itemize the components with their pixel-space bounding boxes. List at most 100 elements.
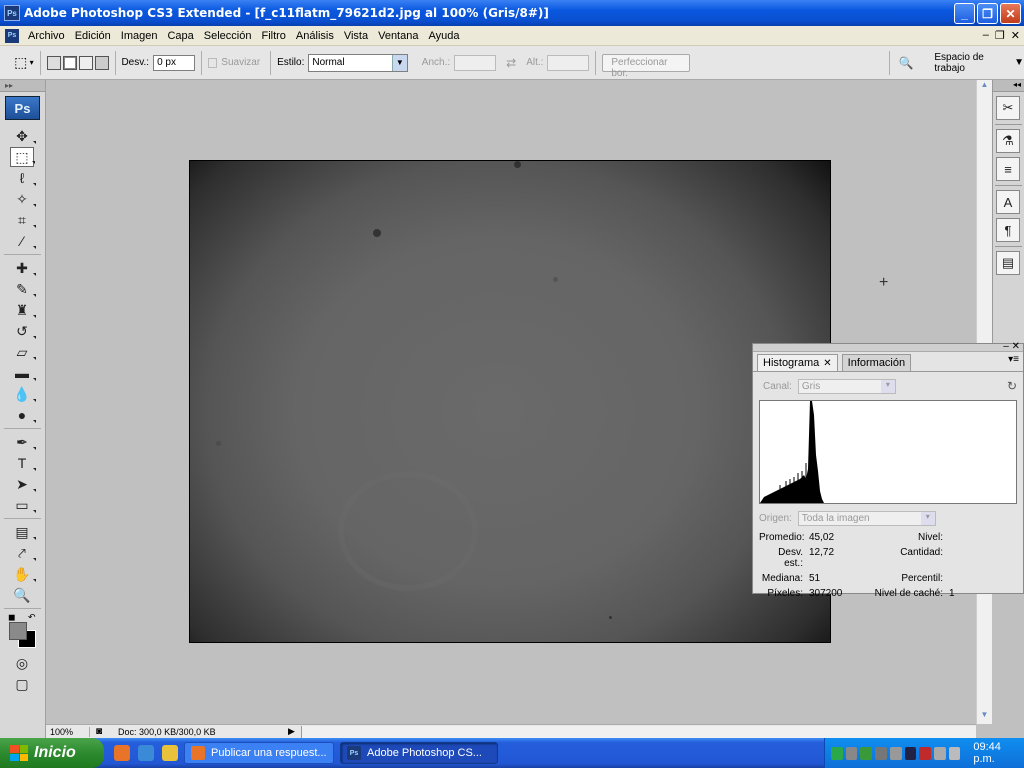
lasso-tool-icon[interactable]: ℓ xyxy=(10,168,36,188)
status-menu-arrow-icon[interactable]: ▶ xyxy=(288,726,295,737)
refine-edge-button[interactable]: Perfeccionar bor. xyxy=(602,53,690,79)
width-input[interactable] xyxy=(454,54,497,71)
tray-volume-icon[interactable] xyxy=(933,746,946,760)
antialias-checkbox[interactable] xyxy=(207,57,218,68)
pen-tool-icon[interactable]: ✒ xyxy=(10,432,36,452)
photoshop-app-icon[interactable]: Ps xyxy=(4,5,20,21)
healing-brush-tool-icon[interactable]: ✚ xyxy=(10,258,36,278)
histogram-panel-icon[interactable]: ⚗ xyxy=(996,129,1020,153)
panel-controls[interactable]: – ✕ xyxy=(1003,341,1020,352)
tab-informacion[interactable]: Información xyxy=(841,354,912,371)
close-icon[interactable]: ✕ xyxy=(823,358,831,369)
eraser-tool-icon[interactable]: ▱ xyxy=(10,342,36,362)
tray-app-icon[interactable] xyxy=(919,746,931,760)
panel-menu-icon[interactable]: ▾≡ xyxy=(1008,354,1019,371)
path-selection-tool-icon[interactable]: ➤ xyxy=(10,474,36,494)
quick-mask-icon[interactable]: ◎ xyxy=(10,653,34,673)
paragraph-panel-icon[interactable]: ¶ xyxy=(996,218,1020,242)
move-tool-icon[interactable]: ✥ xyxy=(10,126,36,146)
preset-dropdown-arrow-icon[interactable]: ▾ xyxy=(30,58,34,67)
dock-collapse-icon[interactable]: ◂◂ xyxy=(993,80,1024,92)
quick-launch-app-icon[interactable] xyxy=(162,745,178,761)
crop-tool-icon[interactable]: ⌗ xyxy=(10,210,36,230)
dodge-tool-icon[interactable]: ● xyxy=(10,405,36,425)
task-photoshop[interactable]: Ps Adobe Photoshop CS... xyxy=(340,742,498,764)
status-info-icon[interactable]: ◙ xyxy=(96,726,102,737)
feather-input[interactable] xyxy=(153,54,196,71)
brush-tool-icon[interactable]: ✎ xyxy=(10,279,36,299)
scroll-up-icon[interactable]: ▲ xyxy=(977,80,992,94)
menu-seleccion[interactable]: Selección xyxy=(199,30,257,42)
gradient-tool-icon[interactable]: ▬ xyxy=(10,363,36,383)
document-image[interactable] xyxy=(189,160,831,643)
workspace-menu[interactable]: Espacio de trabajo xyxy=(934,52,1010,74)
style-select[interactable]: Normal ▼ xyxy=(308,53,408,72)
tray-app-icon[interactable] xyxy=(860,746,873,760)
refresh-icon[interactable]: ↻ xyxy=(1007,379,1017,393)
task-firefox[interactable]: Publicar una respuest... xyxy=(184,742,334,764)
tray-app-icon[interactable] xyxy=(948,746,961,760)
workspace-dropdown-icon[interactable]: ▼ xyxy=(1014,57,1024,68)
marquee-tool-icon[interactable]: ⬚ xyxy=(10,147,35,167)
restore-button[interactable]: ❐ xyxy=(977,3,998,24)
subtract-selection-icon[interactable] xyxy=(78,55,93,70)
clone-stamp-tool-icon[interactable]: ♜ xyxy=(10,300,36,320)
channel-select[interactable]: Gris ▾ xyxy=(797,378,896,394)
add-selection-icon[interactable] xyxy=(62,55,77,70)
menu-filtro[interactable]: Filtro xyxy=(256,30,290,42)
menu-analisis[interactable]: Análisis xyxy=(291,30,339,42)
horizontal-scrollbar[interactable] xyxy=(300,725,976,738)
swap-colors-icon[interactable]: ↶ xyxy=(28,612,36,623)
type-tool-icon[interactable]: T xyxy=(10,453,36,473)
rectangle-tool-icon[interactable]: ▭ xyxy=(10,495,36,515)
info-panel-icon[interactable]: ≡ xyxy=(996,157,1020,181)
foreground-color-swatch[interactable] xyxy=(9,622,27,640)
minimize-button[interactable]: _ xyxy=(954,3,975,24)
hand-tool-icon[interactable]: ✋ xyxy=(10,564,36,584)
swap-icon[interactable]: ⇄ xyxy=(506,56,516,70)
menu-imagen[interactable]: Imagen xyxy=(116,30,163,42)
tab-histogram[interactable]: Histograma ✕ xyxy=(757,354,838,371)
internet-explorer-icon[interactable] xyxy=(138,745,154,761)
toolbox-grip[interactable]: ▸▸ xyxy=(0,80,45,92)
tray-app-icon[interactable] xyxy=(904,746,917,760)
history-brush-tool-icon[interactable]: ↺ xyxy=(10,321,36,341)
bridge-icon[interactable]: 🔍 xyxy=(896,54,916,72)
character-panel-icon[interactable]: A xyxy=(996,190,1020,214)
clock[interactable]: 09:44 p.m. xyxy=(973,741,1024,765)
menu-vista[interactable]: Vista xyxy=(339,30,373,42)
tray-app-icon[interactable] xyxy=(875,746,887,760)
new-selection-icon[interactable] xyxy=(46,55,61,70)
tray-network-icon[interactable] xyxy=(831,746,843,760)
document-icon[interactable]: Ps xyxy=(5,28,19,43)
tool-presets-icon[interactable]: ✂ xyxy=(996,96,1020,120)
magic-wand-tool-icon[interactable]: ✧ xyxy=(10,189,36,209)
firefox-icon[interactable] xyxy=(114,745,130,761)
start-button[interactable]: Inicio xyxy=(0,738,104,768)
doc-restore-button[interactable]: ❐ xyxy=(995,29,1005,42)
menu-capa[interactable]: Capa xyxy=(162,30,198,42)
layer-comps-icon[interactable]: ▤ xyxy=(996,251,1020,275)
menu-edicion[interactable]: Edición xyxy=(70,30,116,42)
zoom-tool-icon[interactable]: 🔍 xyxy=(10,585,34,605)
tray-shield-icon[interactable] xyxy=(845,746,858,760)
intersect-selection-icon[interactable] xyxy=(94,55,109,70)
panel-header[interactable]: – ✕ xyxy=(753,341,1023,352)
tray-app-icon[interactable] xyxy=(889,746,902,760)
menu-ayuda[interactable]: Ayuda xyxy=(423,30,464,42)
blur-tool-icon[interactable]: 💧 xyxy=(10,384,36,404)
height-input[interactable] xyxy=(547,54,590,71)
menu-archivo[interactable]: Archivo xyxy=(23,30,70,42)
zoom-level[interactable]: 100% xyxy=(46,726,90,737)
doc-minimize-button[interactable]: – xyxy=(983,29,989,42)
notes-tool-icon[interactable]: ▤ xyxy=(10,522,36,542)
photoshop-logo[interactable]: Ps xyxy=(5,96,40,120)
doc-close-button[interactable]: ✕ xyxy=(1011,29,1020,42)
screen-mode-icon[interactable]: ▢ xyxy=(10,674,34,694)
close-button[interactable]: ✕ xyxy=(1000,3,1021,24)
menu-ventana[interactable]: Ventana xyxy=(373,30,423,42)
scroll-down-icon[interactable]: ▼ xyxy=(977,710,992,724)
eyedropper-tool-icon[interactable]: ⤤ xyxy=(10,543,36,563)
slice-tool-icon[interactable]: ⁄ xyxy=(10,231,36,251)
source-select[interactable]: Toda la imagen ▾ xyxy=(797,510,936,526)
